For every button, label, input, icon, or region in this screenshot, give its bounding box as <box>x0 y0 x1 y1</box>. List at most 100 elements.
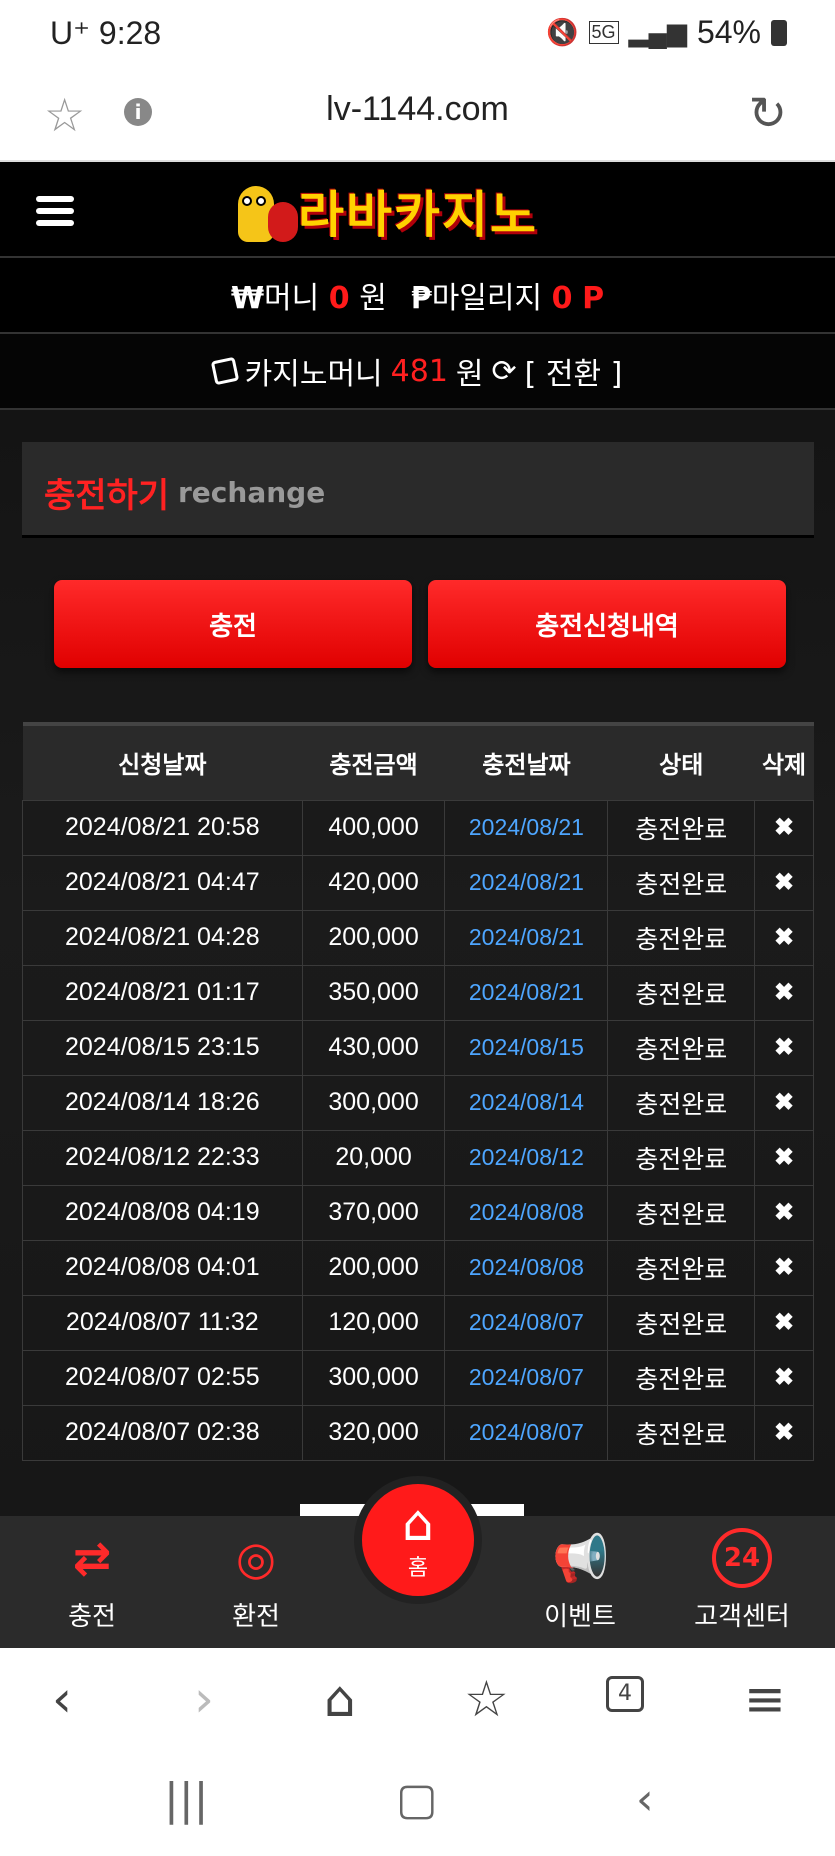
cell-charge-date: 2024/08/08 <box>444 1184 609 1241</box>
site-header: 라바카지노 <box>0 162 835 258</box>
table-row: 2024/08/21 04:47 420,000 2024/08/21 충전완료 ✖ <box>22 854 814 911</box>
cell-request-date: 2024/08/07 02:55 <box>22 1349 303 1406</box>
cell-delete[interactable]: ✖ <box>754 1129 814 1186</box>
table-body: 2024/08/21 20:58 400,000 2024/08/21 충전완료 ✖ 20… <box>22 799 814 1461</box>
casino-unit: 원 <box>455 357 484 392</box>
charge-button[interactable]: 충전 <box>54 580 412 668</box>
back-nav-icon[interactable]: ‹ <box>636 1774 654 1825</box>
cell-delete[interactable]: ✖ <box>754 1019 814 1076</box>
cell-charge-date: 2024/08/21 <box>444 799 609 856</box>
battery-percent: 54% <box>696 14 761 50</box>
cell-amount: 420,000 <box>301 854 446 911</box>
refresh-icon[interactable]: ⟳ <box>492 354 517 389</box>
cell-amount: 200,000 <box>301 1239 446 1296</box>
cell-request-date: 2024/08/15 23:15 <box>22 1019 303 1076</box>
url-text[interactable]: lv-1144.com <box>0 90 835 129</box>
cell-charge-date: 2024/08/21 <box>444 854 609 911</box>
nav-charge-label: 충전 <box>68 1602 116 1632</box>
forward-icon[interactable]: › <box>194 1670 214 1728</box>
cell-status: 충전완료 <box>607 964 756 1021</box>
system-nav-bar: ||| ▢ ‹ <box>0 1752 835 1856</box>
home-icon: ⌂ <box>402 1494 434 1552</box>
cell-charge-date: 2024/08/15 <box>444 1019 609 1076</box>
cell-delete[interactable]: ✖ <box>754 1074 814 1131</box>
network-label: 5G <box>588 21 619 44</box>
nav-exchange-label: 환전 <box>232 1602 280 1632</box>
cell-request-date: 2024/08/21 04:28 <box>22 909 303 966</box>
cell-delete[interactable]: ✖ <box>754 1294 814 1351</box>
logo-mascot-icon <box>228 178 298 244</box>
table-row: 2024/08/08 04:01 200,000 2024/08/08 충전완료 ✖ <box>22 1239 814 1296</box>
table-row: 2024/08/12 22:33 20,000 2024/08/12 충전완료 ✖ <box>22 1129 814 1186</box>
section-title: 충전하기 <box>44 476 170 516</box>
nav-event[interactable]: 📢 이벤트 <box>510 1528 650 1633</box>
charge-history-button[interactable]: 충전신청내역 <box>428 580 786 668</box>
home-icon[interactable]: ⌂ <box>324 1670 356 1728</box>
cell-status: 충전완료 <box>607 1074 756 1131</box>
cell-charge-date: 2024/08/21 <box>444 964 609 1021</box>
money-group: ₩머니 0 원 <box>231 273 387 317</box>
cell-request-date: 2024/08/12 22:33 <box>22 1129 303 1186</box>
cell-amount: 300,000 <box>301 1349 446 1406</box>
nav-support[interactable]: 24 고객센터 <box>672 1528 812 1633</box>
browser-toolbar: ‹ › ⌂ ☆ 4 ≡ <box>0 1648 835 1752</box>
cell-charge-date: 2024/08/14 <box>444 1074 609 1131</box>
megaphone-icon: 📢 <box>552 1531 610 1585</box>
charge-history-table: 신청날짜 충전금액 충전날짜 상태 삭제 2024/08/21 20:58 400… <box>22 722 814 1461</box>
support-24-icon: 24 <box>712 1528 772 1588</box>
table-header-row: 신청날짜 충전금액 충전날짜 상태 삭제 <box>22 722 814 800</box>
logo-text: 라바카지노 <box>298 186 538 244</box>
tabs-icon[interactable]: 4 <box>606 1676 644 1712</box>
mute-icon: 🔇 <box>546 17 579 47</box>
cell-request-date: 2024/08/07 02:38 <box>22 1404 303 1461</box>
reload-icon[interactable]: ↻ <box>748 86 787 140</box>
cell-delete[interactable]: ✖ <box>754 964 814 1021</box>
table-row: 2024/08/07 02:38 320,000 2024/08/07 충전완료 ✖ <box>22 1404 814 1461</box>
menu-icon[interactable]: ≡ <box>744 1670 786 1728</box>
cell-delete[interactable]: ✖ <box>754 799 814 856</box>
battery-icon <box>771 19 787 46</box>
coins-hand-icon: ◎ <box>235 1531 277 1585</box>
cell-status: 충전완료 <box>607 909 756 966</box>
back-icon[interactable]: ‹ <box>52 1670 72 1728</box>
convert-button[interactable]: [ 전환 ] <box>525 349 623 393</box>
cell-delete[interactable]: ✖ <box>754 1404 814 1461</box>
nav-exchange[interactable]: ◎ 환전 <box>186 1528 326 1633</box>
cell-delete[interactable]: ✖ <box>754 909 814 966</box>
table-row: 2024/08/15 23:15 430,000 2024/08/15 충전완료 ✖ <box>22 1019 814 1076</box>
cell-status: 충전완료 <box>607 1404 756 1461</box>
recents-icon[interactable]: ||| <box>164 1774 208 1825</box>
nav-home-label: 홈 <box>407 1556 429 1581</box>
menu-icon[interactable] <box>36 196 74 232</box>
cell-amount: 400,000 <box>301 799 446 856</box>
cell-delete[interactable]: ✖ <box>754 1239 814 1296</box>
site-logo[interactable]: 라바카지노 <box>228 176 538 246</box>
money-info: ₩머니 0 원 ₱마일리지 0 P <box>0 258 835 334</box>
status-icons: 🔇 5G ▂▄▆ 54% <box>546 14 787 51</box>
cell-status: 충전완료 <box>607 854 756 911</box>
site-body: 라바카지노 ₩머니 0 원 ₱마일리지 0 P 카지노머니 481 원 ⟳ [ … <box>0 162 835 1648</box>
cell-amount: 370,000 <box>301 1184 446 1241</box>
table-row: 2024/08/21 01:17 350,000 2024/08/21 충전완료 ✖ <box>22 964 814 1021</box>
status-bar: U⁺ 9:28 🔇 5G ▂▄▆ 54% <box>0 0 835 72</box>
cell-request-date: 2024/08/14 18:26 <box>22 1074 303 1131</box>
nav-charge[interactable]: ⇄ 충전 <box>22 1528 162 1633</box>
bookmarks-icon[interactable]: ☆ <box>464 1670 509 1728</box>
money-label: 머니 <box>264 281 320 316</box>
cell-delete[interactable]: ✖ <box>754 854 814 911</box>
signal-icon: ▂▄▆ <box>628 17 687 47</box>
cell-delete[interactable]: ✖ <box>754 1349 814 1406</box>
cell-delete[interactable]: ✖ <box>754 1184 814 1241</box>
cell-status: 충전완료 <box>607 1184 756 1241</box>
won-icon: ₩ <box>230 281 265 316</box>
section-title-box: 충전하기 rechange <box>22 442 814 538</box>
nav-home-button[interactable]: ⌂ 홈 <box>354 1476 482 1604</box>
cell-request-date: 2024/08/21 04:47 <box>22 854 303 911</box>
cell-status: 충전완료 <box>607 799 756 856</box>
home-button-icon[interactable]: ▢ <box>396 1774 438 1825</box>
dice-icon <box>210 356 239 386</box>
site-bottom-nav: ⇄ 충전 ◎ 환전 ⌂ 홈 📢 이벤트 24 고객센터 <box>0 1476 835 1648</box>
table-row: 2024/08/07 11:32 120,000 2024/08/07 충전완료 ✖ <box>22 1294 814 1351</box>
cell-status: 충전완료 <box>607 1019 756 1076</box>
mileage-value: 0 <box>551 281 573 316</box>
